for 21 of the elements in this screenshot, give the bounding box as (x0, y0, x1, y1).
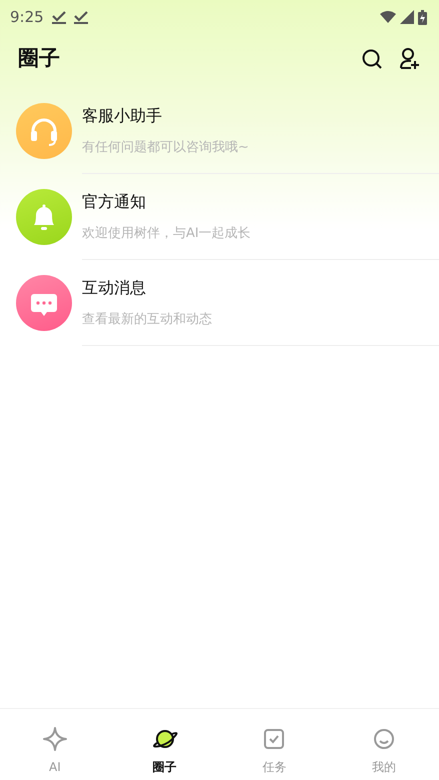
signal-icon (400, 10, 414, 24)
conversation-preview: 查看最新的互动和动态 (82, 310, 213, 329)
conversation-name: 官方通知 (82, 190, 147, 213)
conversation-preview: 有任何问题都可以咨询我哦~ (82, 138, 250, 157)
conversation-item[interactable]: 客服小助手 有任何问题都可以咨询我哦~ (0, 88, 439, 174)
page-title: 圈子 (18, 45, 60, 72)
conversation-item[interactable]: 互动消息 查看最新的互动和动态 (0, 260, 439, 346)
headset-icon (29, 116, 59, 146)
conversation-name: 客服小助手 (82, 104, 163, 127)
battery-icon (418, 10, 427, 24)
search-button[interactable] (361, 48, 383, 70)
conversation-item[interactable]: 官方通知 欢迎使用树伴，与AI一起成长 (0, 174, 439, 260)
add-friend-button[interactable] (399, 47, 421, 71)
conversation-name: 互动消息 (82, 276, 147, 299)
download-done-icon (74, 10, 88, 24)
tab-bar-item[interactable]: 圈子 (110, 709, 220, 780)
conversation-preview: 欢迎使用树伴，与AI一起成长 (82, 224, 252, 243)
download-done-icon (52, 10, 66, 24)
wifi-icon (380, 11, 396, 23)
sparkle-icon (42, 726, 68, 752)
status-time: 9:25 (10, 6, 44, 28)
